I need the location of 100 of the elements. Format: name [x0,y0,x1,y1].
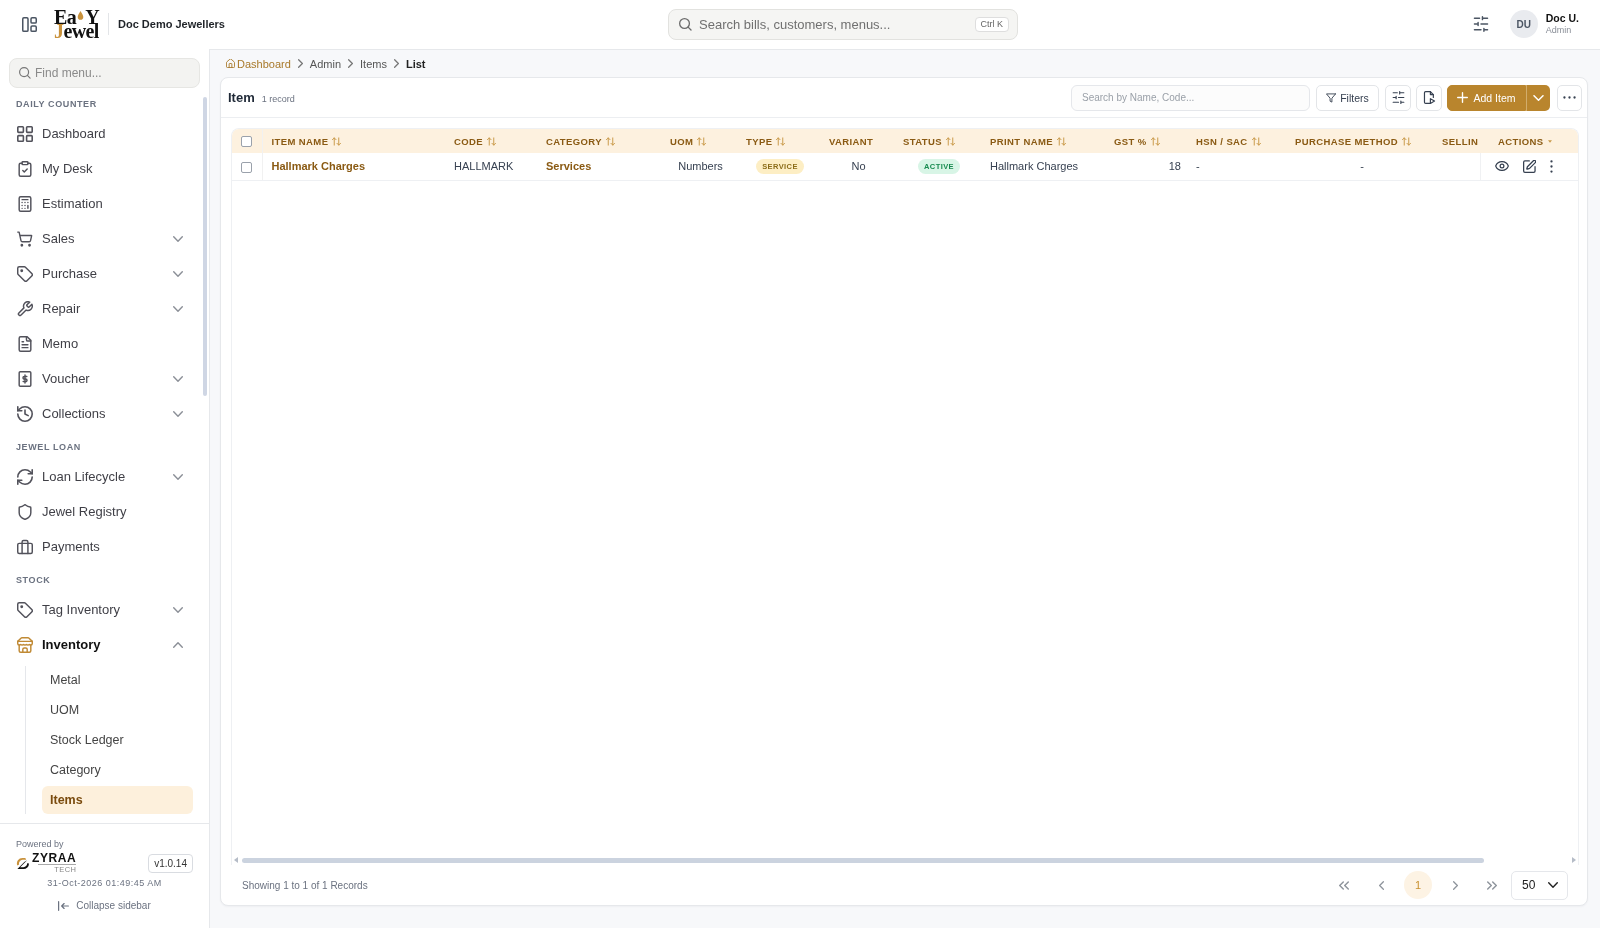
double-chevron-left-icon [1339,880,1349,890]
view-icon[interactable] [1494,161,1509,172]
sort-icon[interactable] [1150,136,1160,146]
dropdown-button[interactable] [1526,84,1550,111]
refresh-icon [17,468,33,485]
scroll-right-icon[interactable] [1572,857,1576,863]
columns-button[interactable] [1385,84,1411,111]
column-header[interactable]: UOM [661,129,737,153]
table-cell: - [1187,153,1286,180]
sidebar-item[interactable]: Tag Inventory [8,592,193,627]
search-icon [19,67,31,79]
breadcrumb-link[interactable]: Items [360,57,387,70]
column-header[interactable]: STATUS [894,129,981,153]
record-count: 1 record [261,93,295,104]
sidebar-item[interactable]: Purchase [8,256,193,291]
table-cell: - [1286,153,1435,180]
scrollbar[interactable] [242,857,1484,863]
briefcase-icon [17,538,33,555]
sidebar-subitem[interactable]: Stock Ledger [42,726,193,754]
sidebar-item[interactable]: Collections [8,396,193,431]
column-header[interactable]: CATEGORY [537,129,661,153]
document-icon [17,335,33,352]
scroll-left-icon[interactable] [234,857,238,863]
sort-icon[interactable] [946,136,955,146]
plus-icon [1457,92,1469,103]
sidebar-item[interactable]: Dashboard [8,116,193,151]
column-header[interactable]: GST % [1105,129,1187,153]
filters-button[interactable]: Filters [1316,84,1379,111]
table-link[interactable]: Hallmark Charges [271,160,366,173]
table-cell: No [820,153,894,180]
collapse-icon [58,901,70,911]
sidebar-item[interactable]: Repair [8,291,193,326]
scrollbar[interactable] [203,97,207,396]
version-tag: v1.0.14 [148,853,193,873]
sidebar-item[interactable]: Payments [8,529,193,564]
collapse-sidebar-button[interactable]: Collapse sidebar [58,899,151,913]
sort-icon[interactable] [487,136,497,146]
shield-icon [17,503,33,520]
user-avatar[interactable]: DU [1509,10,1538,38]
filter-icon [1326,92,1337,103]
sidebar-item[interactable]: Inventory [8,627,193,662]
home-icon [226,59,235,68]
table-cell: HALLMARK [445,153,537,180]
sidebar-subitem[interactable]: Items [42,786,193,814]
sliders-icon [1391,91,1405,104]
checkbox[interactable] [241,161,253,173]
user-role: Admin [1545,25,1573,36]
calculator-icon [17,195,33,212]
sliders-icon[interactable] [1472,16,1489,32]
column-header[interactable]: ACTIONS [1480,129,1578,153]
section-heading: STOCK [15,574,52,586]
column-header[interactable]: PRINT NAME [981,129,1105,153]
chevron-down-icon [1533,94,1544,101]
sidebar-subitem[interactable]: Category [42,756,193,784]
records-summary: Showing 1 to 1 of 1 Records [242,879,368,891]
sort-icon[interactable] [1057,136,1067,146]
column-header[interactable]: CODE [445,129,537,153]
menu-search-field[interactable]: Find menu... [9,58,200,88]
sidebar-item[interactable]: Sales [8,221,193,256]
history-icon [17,405,33,422]
breadcrumb-link[interactable]: Admin [309,57,341,70]
sidebar-subitem[interactable]: Metal [42,666,193,694]
more-vertical-icon[interactable] [1549,159,1553,173]
breadcrumb-link[interactable]: Dashboard [226,57,291,70]
table-cell: Hallmark Charges [981,153,1105,180]
sidebar-item[interactable]: Memo [8,326,193,361]
sort-icon[interactable] [1402,136,1412,146]
checkbox[interactable] [241,136,253,147]
column-header[interactable]: TYPE [737,129,820,153]
sidebar-item[interactable]: Voucher [8,361,193,396]
sort-icon[interactable] [332,136,342,146]
grid-icon [17,125,33,142]
chevron-down-icon [1548,882,1558,888]
search-field[interactable]: Search by Name, Code... [1071,84,1310,111]
cart-icon [17,230,33,247]
page-size-select[interactable]: 50 [1511,870,1568,900]
table-link[interactable]: Services [546,160,592,173]
datetime-label: 31-Oct-2026 01:49:45 AM [46,877,163,890]
sort-icon[interactable] [776,136,786,146]
search-icon [679,17,692,31]
sidebar-item[interactable]: My Desk [8,151,193,186]
layout-icon[interactable] [22,16,37,32]
export-button[interactable] [1416,84,1442,111]
double-chevron-right-icon [1487,880,1497,890]
column-header[interactable]: ITEM NAME [262,129,445,153]
more-button[interactable] [1557,84,1582,111]
edit-icon[interactable] [1522,159,1536,173]
sort-icon[interactable] [606,136,615,146]
column-header[interactable]: PURCHASE METHOD [1286,129,1435,153]
tag-icon [17,601,33,618]
store-icon [17,636,33,653]
chevron-right-icon [297,59,303,68]
logo-text: Y [85,10,99,24]
sidebar-item[interactable]: Estimation [8,186,193,221]
sort-icon[interactable] [1251,136,1261,146]
sort-icon[interactable] [697,136,707,146]
sidebar-subitem[interactable]: UOM [42,696,193,724]
sidebar-item[interactable]: Jewel Registry [8,494,193,529]
sidebar-item[interactable]: Loan Lifecycle [8,459,193,494]
column-header[interactable]: HSN / SAC [1187,129,1286,153]
